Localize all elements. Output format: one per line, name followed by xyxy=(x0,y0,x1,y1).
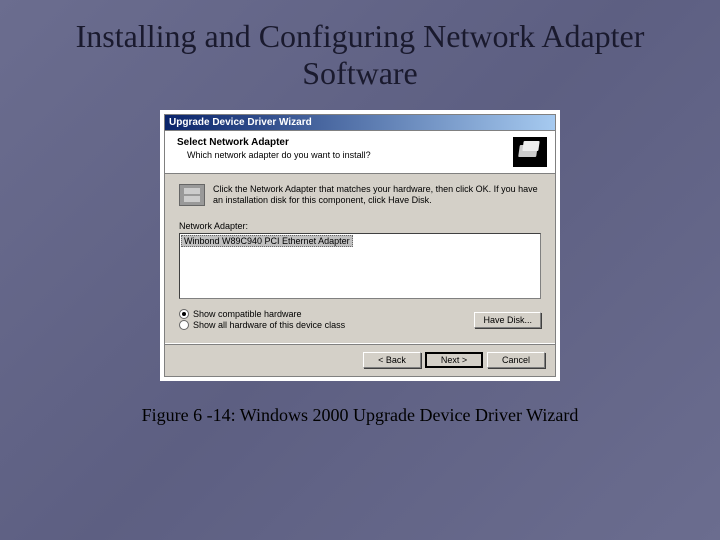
slide-title: Installing and Configuring Network Adapt… xyxy=(0,0,720,102)
wizard-instruction: Click the Network Adapter that matches y… xyxy=(213,184,541,207)
radio-show-all[interactable] xyxy=(179,320,189,330)
wizard-header-title: Select Network Adapter xyxy=(177,137,505,148)
wizard-header-subtitle: Which network adapter do you want to ins… xyxy=(177,150,505,160)
wizard-header: Select Network Adapter Which network ada… xyxy=(165,131,555,174)
figure-caption: Figure 6 -14: Windows 2000 Upgrade Devic… xyxy=(0,405,720,426)
radio-show-compatible-label: Show compatible hardware xyxy=(193,309,302,319)
radio-show-all-label: Show all hardware of this device class xyxy=(193,320,345,330)
network-adapter-listbox[interactable]: Winbond W89C940 PCI Ethernet Adapter xyxy=(179,233,541,299)
window-titlebar: Upgrade Device Driver Wizard xyxy=(165,115,555,131)
list-label: Network Adapter: xyxy=(179,221,541,231)
radio-show-compatible[interactable] xyxy=(179,309,189,319)
back-button[interactable]: < Back xyxy=(363,352,421,368)
network-card-icon xyxy=(179,184,205,206)
adapter-card-icon xyxy=(513,137,547,167)
cancel-button[interactable]: Cancel xyxy=(487,352,545,368)
next-button[interactable]: Next > xyxy=(425,352,483,368)
wizard-body: Click the Network Adapter that matches y… xyxy=(165,174,555,343)
wizard-screenshot: Upgrade Device Driver Wizard Select Netw… xyxy=(160,110,560,381)
wizard-window: Upgrade Device Driver Wizard Select Netw… xyxy=(164,114,556,377)
wizard-footer: < Back Next > Cancel xyxy=(165,343,555,376)
have-disk-button[interactable]: Have Disk... xyxy=(474,312,541,328)
list-item[interactable]: Winbond W89C940 PCI Ethernet Adapter xyxy=(181,235,353,247)
